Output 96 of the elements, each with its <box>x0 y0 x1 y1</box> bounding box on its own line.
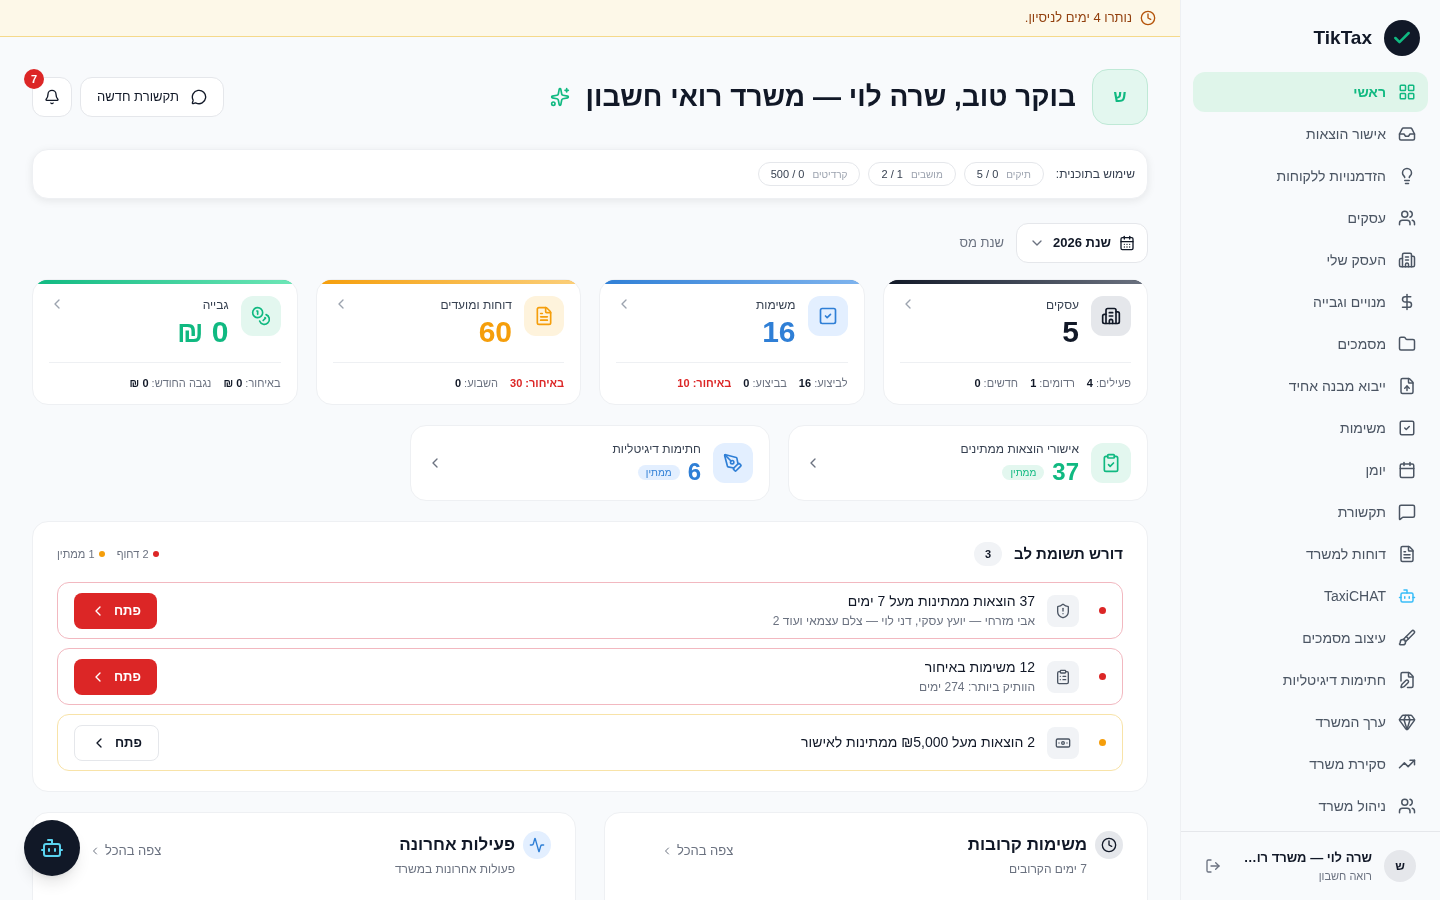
trial-text: נותרו 4 ימים לניסיון. <box>1024 9 1132 28</box>
brand-name: TikTax <box>1313 25 1372 50</box>
card-value: 5 <box>1061 314 1079 350</box>
open-button[interactable]: פתח <box>74 724 159 761</box>
view-all-link[interactable]: צפה בהכל <box>89 841 162 861</box>
card-value: 60 <box>477 314 512 350</box>
sidebar-item[interactable]: עיצוב מסמכים <box>1193 618 1428 658</box>
grid-icon <box>1398 83 1416 101</box>
inbox-icon <box>1398 125 1416 143</box>
card-title: משימות <box>755 297 796 314</box>
card-value: 16 <box>761 314 796 350</box>
building-badge-icon <box>1091 296 1131 336</box>
robot-icon <box>1398 587 1416 605</box>
sidebar-item[interactable]: ייבוא מבנה אחיד <box>1193 366 1428 406</box>
sidebar-item[interactable]: הזדמנויות ללקוחות <box>1193 156 1428 196</box>
calendar-icon <box>1119 235 1135 251</box>
logout-icon[interactable] <box>1205 858 1221 874</box>
notifications-button[interactable] <box>32 77 72 117</box>
card-title: חתימות דיגיטליות <box>611 441 701 458</box>
tax-year-label: שנת מס <box>959 234 1005 253</box>
file-pen-icon <box>1398 671 1416 689</box>
pen-tool-icon <box>713 443 753 483</box>
bell-icon <box>44 89 60 105</box>
count-badge: 3 <box>974 542 1003 566</box>
checkbox-badge-icon <box>807 296 848 336</box>
section-title: משימות קרובות <box>966 834 1087 856</box>
user-role: רואה חשבון <box>1317 868 1372 884</box>
chat-icon <box>1398 503 1416 521</box>
gem-icon <box>1398 713 1416 731</box>
user-avatar: ש <box>1384 850 1416 882</box>
item-title: 12 משימות באיחור <box>923 658 1035 677</box>
card-value: 6 <box>687 458 701 486</box>
sidebar-item[interactable]: מנויים וגבייה <box>1193 282 1428 322</box>
status-pill: ממתין <box>1002 464 1045 480</box>
brush-icon <box>1398 629 1416 647</box>
clipboard-list-icon <box>1047 660 1079 693</box>
new-message-button[interactable]: תקשורת חדשה <box>80 77 224 117</box>
legend-label: 2 דחוף <box>116 546 149 562</box>
item-title: 37 הוצאות ממתינות מעל 7 ימים <box>846 592 1035 611</box>
section-subtitle: פעולות אחרונות במשרד <box>393 860 515 877</box>
folder-icon <box>1398 335 1416 353</box>
sidebar-item[interactable]: מסמכים <box>1193 324 1428 364</box>
robot-icon <box>40 836 64 860</box>
sidebar-item[interactable]: דוחות למשרד <box>1193 534 1428 574</box>
file-upload-icon <box>1398 377 1416 395</box>
users-icon <box>1398 209 1416 227</box>
shield-alert-icon <box>1047 594 1079 627</box>
banknote-icon <box>1047 726 1079 759</box>
section-subtitle: 7 ימים הקרובים <box>1008 860 1087 877</box>
status-pill: ממתין <box>637 464 680 480</box>
legend-label: 1 ממתין <box>57 546 95 562</box>
item-subtitle: הוותיק ביותר: 274 ימים <box>918 679 1035 696</box>
office-avatar: ש <box>1092 69 1148 125</box>
users-icon <box>1398 797 1416 815</box>
view-all-link[interactable]: צפה בהכל <box>661 841 734 861</box>
item-subtitle: אבי מזרחי — יועץ עסקי, דני לוי — צלם עצמאי ועוד 2 <box>771 613 1035 630</box>
usage-label: שימוש בתוכנית: <box>1055 166 1135 183</box>
calendar-icon <box>1398 461 1416 479</box>
clock-icon <box>1095 830 1123 859</box>
tax-year-select[interactable]: שנת 2026 <box>1016 223 1148 263</box>
chat-icon <box>190 89 207 105</box>
sidebar-item[interactable]: עסקים <box>1193 198 1428 238</box>
sidebar-item[interactable]: סקירת משרד <box>1193 744 1428 784</box>
building-icon <box>1398 251 1416 269</box>
card-title: דוחות ומועדים <box>439 297 512 314</box>
sidebar-item[interactable]: חתימות דיגיטליות <box>1193 660 1428 700</box>
document-badge-icon <box>524 296 564 336</box>
open-button[interactable]: פתח <box>74 658 157 695</box>
clipboard-check-icon <box>1091 443 1131 483</box>
sidebar-item[interactable]: משימות <box>1193 408 1428 448</box>
activity-icon <box>523 830 551 859</box>
document-icon <box>1398 545 1416 563</box>
sidebar-item[interactable]: ערך המשרד <box>1193 702 1428 742</box>
sidebar-item[interactable]: יומן <box>1193 450 1428 490</box>
section-title: פעילות אחרונה <box>398 834 515 856</box>
panel-title: דורש תשומת לב <box>1014 543 1123 564</box>
user-name: שרה לוי — משרד רו… <box>1242 849 1372 867</box>
sparkle-icon <box>549 87 570 107</box>
checkbox-icon <box>1398 419 1416 437</box>
sidebar-item[interactable]: העסק שלי <box>1193 240 1428 280</box>
card-title: עסקים <box>1045 297 1079 314</box>
open-button[interactable]: פתח <box>74 592 157 629</box>
clock-icon <box>1140 10 1156 26</box>
card-value: 37 <box>1052 458 1079 486</box>
notification-count: 7 <box>24 69 44 89</box>
sidebar-item[interactable]: תקשורת <box>1193 492 1428 532</box>
sidebar-item[interactable]: TaxiCHAT <box>1193 576 1428 616</box>
logo-icon <box>1384 20 1420 56</box>
card-title: גבייה <box>201 297 229 314</box>
sidebar-item[interactable]: ניהול משרד <box>1193 786 1428 826</box>
coins-badge-icon <box>240 296 281 336</box>
sidebar-item[interactable]: אישור הוצאות <box>1193 114 1428 154</box>
card-value: 0 ₪ <box>175 314 229 350</box>
card-title: אישורי הוצאות ממתינים <box>959 441 1079 458</box>
page-title: בוקר טוב, שרה לוי — משרד רואי חשבון <box>585 80 1076 114</box>
item-title: 2 הוצאות מעל ₪5,000 ממתינות לאישור <box>800 733 1035 752</box>
